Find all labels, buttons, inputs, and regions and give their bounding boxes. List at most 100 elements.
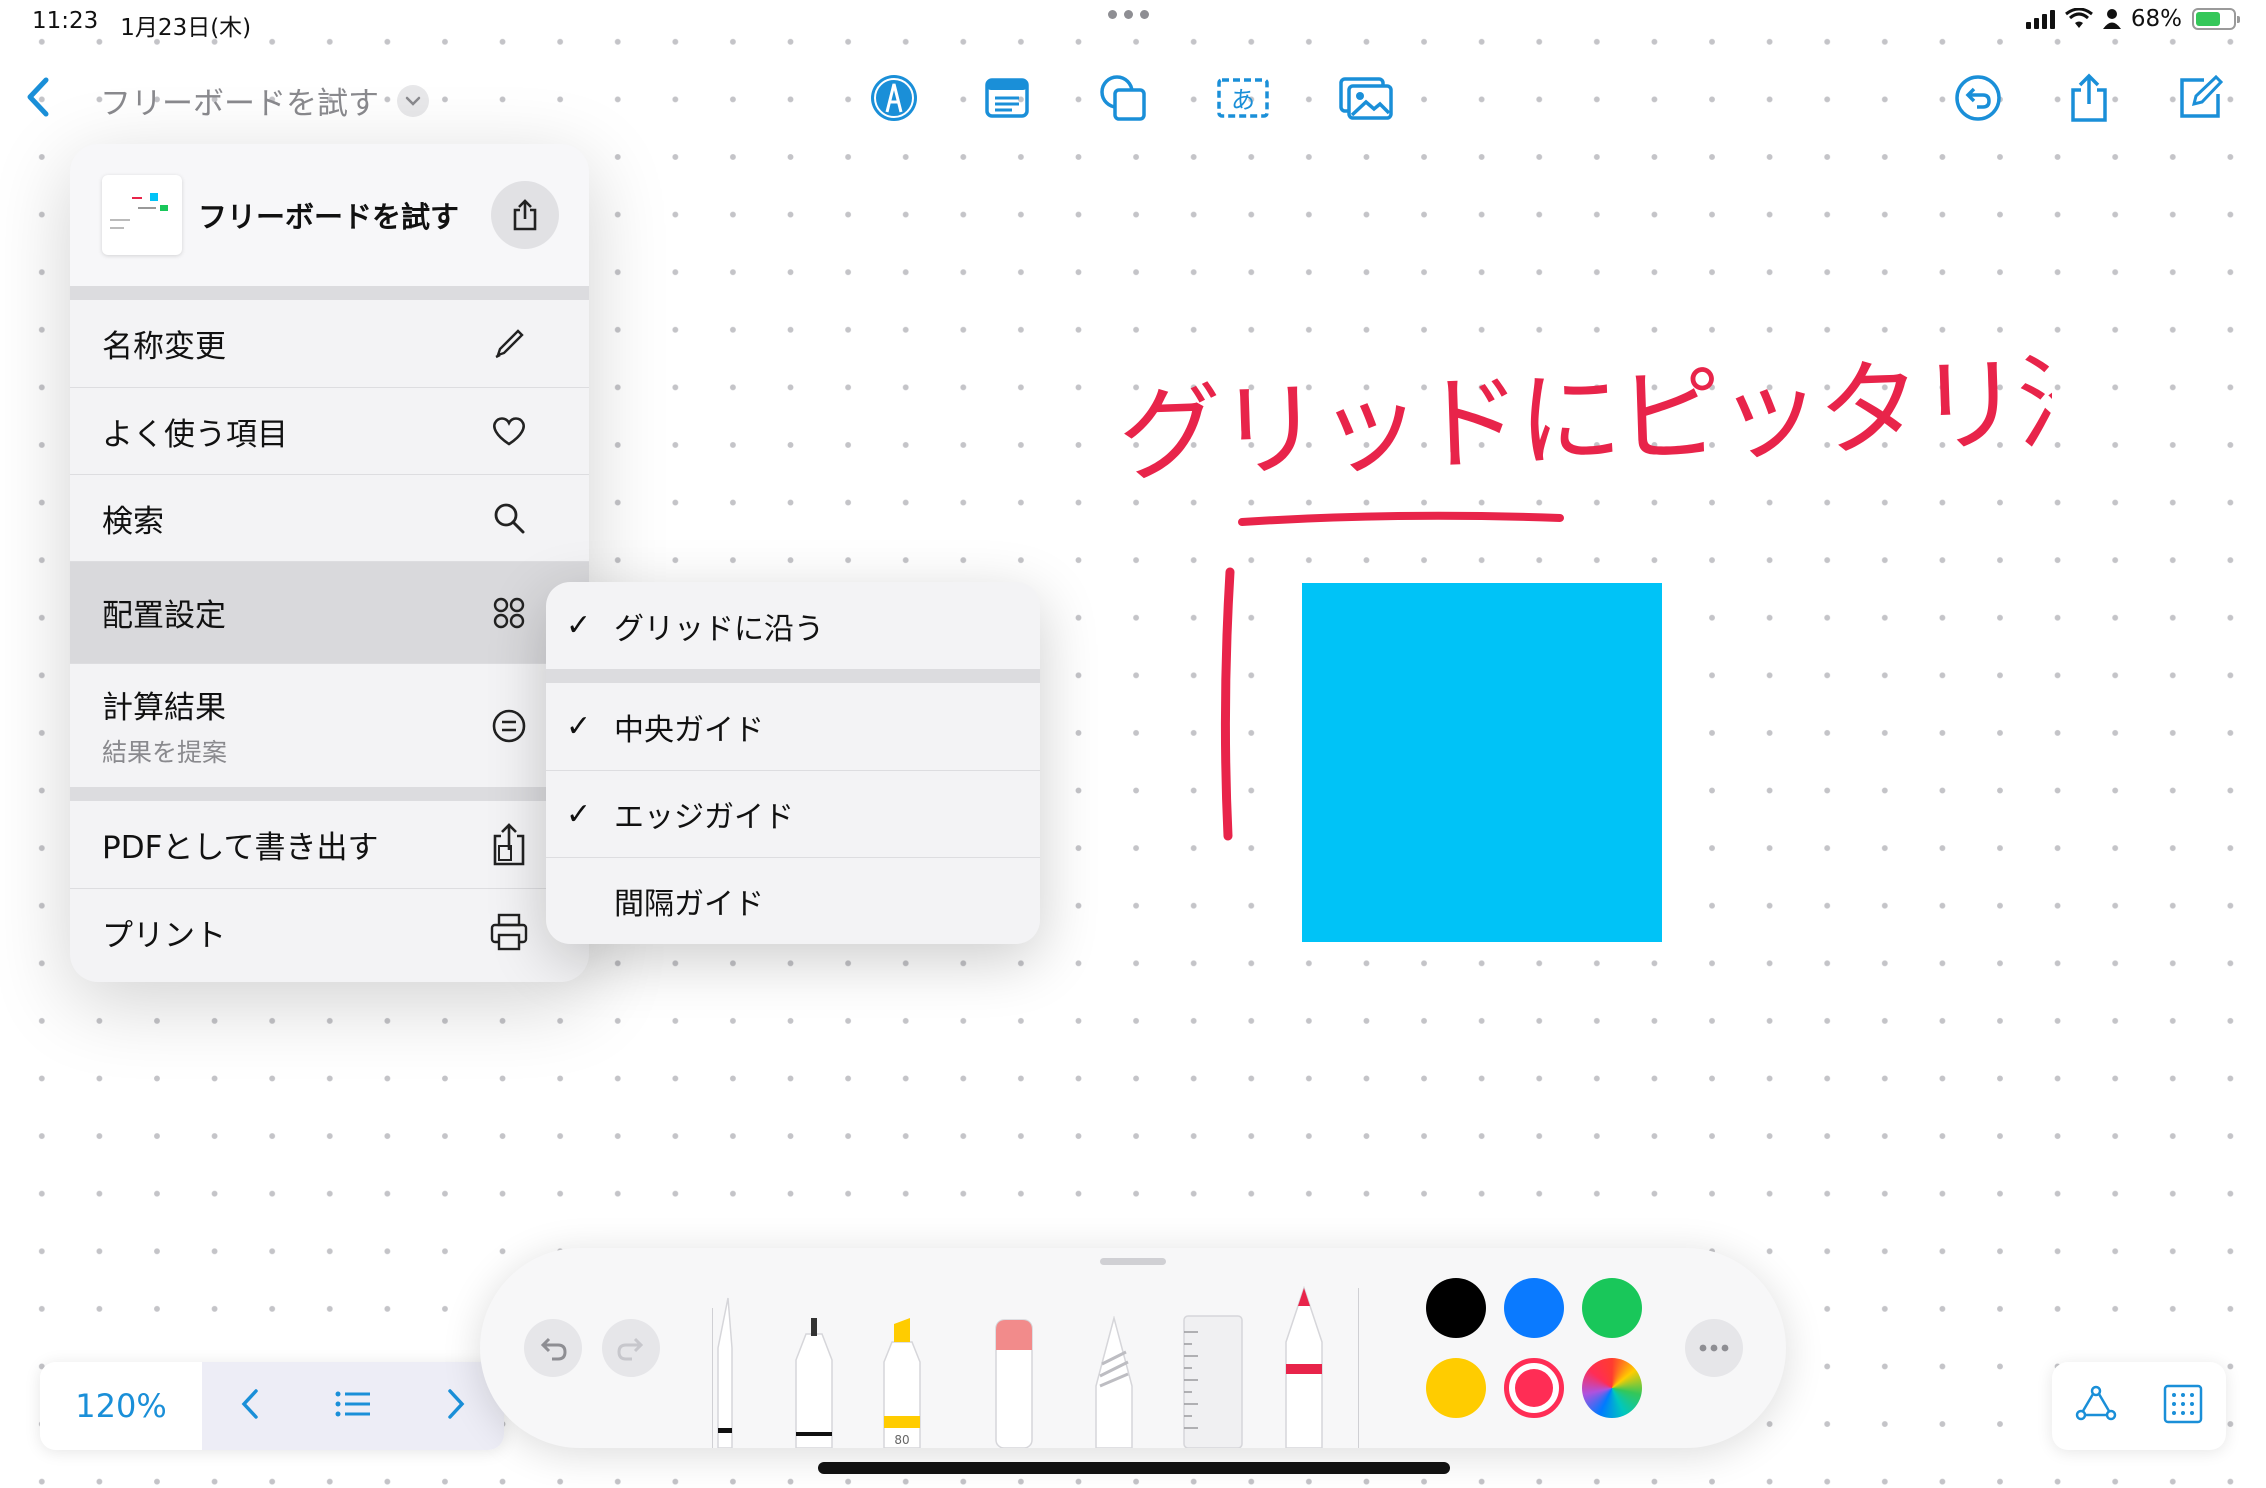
menu-item-label: 計算結果 xyxy=(102,690,226,726)
pen-tool-button[interactable] xyxy=(866,70,922,126)
menu-item-calculation[interactable]: 計算結果 結果を提案 xyxy=(70,663,589,787)
checkmark-icon: ✓ xyxy=(566,608,592,643)
submenu-item-spacing-guides[interactable]: 間隔ガイド xyxy=(546,857,1040,944)
menu-share-button[interactable] xyxy=(491,181,559,249)
menu-item-label: PDFとして書き出す xyxy=(102,830,379,866)
chevron-left-icon xyxy=(27,77,49,117)
submenu-separator xyxy=(546,669,1040,683)
text-box-icon: あ xyxy=(1217,78,1269,118)
grid-toggle-button[interactable] xyxy=(2163,1384,2203,1428)
share-icon xyxy=(2071,73,2107,122)
shapes-icon xyxy=(1100,75,1146,121)
ruler-tool-icon[interactable] xyxy=(1180,1312,1246,1448)
chevron-down-icon xyxy=(397,84,429,117)
zoom-level-button[interactable]: 120% xyxy=(40,1362,202,1450)
crayon-tool-icon[interactable] xyxy=(1282,1286,1326,1448)
note-icon xyxy=(985,78,1029,118)
menu-item-rename[interactable]: 名称変更 xyxy=(70,300,589,387)
share-button[interactable] xyxy=(2061,70,2117,126)
menu-item-print[interactable]: プリント xyxy=(70,888,589,975)
blue-square-shape[interactable] xyxy=(1302,583,1662,942)
cellular-icon xyxy=(2025,9,2055,29)
menu-item-arrangement[interactable]: 配置設定 xyxy=(70,561,589,663)
pencil-tool-icon[interactable] xyxy=(1092,1316,1136,1448)
scene-list-button[interactable] xyxy=(334,1389,372,1423)
menu-header: フリーボードを試す xyxy=(70,144,589,286)
home-indicator[interactable] xyxy=(818,1462,1450,1474)
submenu-item-edge-guides[interactable]: ✓ エッジガイド xyxy=(546,770,1040,857)
handwritten-title[interactable]: グリッドにピッタリ沿う xyxy=(1112,336,2220,496)
handwriting-stroke: グリッドにピッタリ沿う xyxy=(1116,336,2220,496)
chevron-right-icon xyxy=(448,1389,465,1419)
color-swatch-green[interactable] xyxy=(1582,1278,1642,1338)
submenu-item-snap-to-grid[interactable]: ✓ グリッドに沿う xyxy=(546,582,1040,669)
pencil-tip-icon xyxy=(871,75,917,121)
media-button[interactable] xyxy=(1338,70,1394,126)
status-bar-left: 11:23 1月23日(木) xyxy=(32,8,251,42)
arrangement-submenu: ✓ グリッドに沿う ✓ 中央ガイド ✓ エッジガイド 間隔ガイド xyxy=(546,582,1040,944)
sticky-note-button[interactable] xyxy=(979,70,1035,126)
equals-circle-icon xyxy=(489,706,529,746)
share-icon xyxy=(513,199,537,231)
new-board-button[interactable] xyxy=(2172,70,2228,126)
red-underline-stroke[interactable] xyxy=(1236,510,1566,540)
palette-grabber-handle[interactable] xyxy=(1100,1258,1166,1265)
battery-percent: 68% xyxy=(2130,6,2182,32)
status-date: 1月23日(木) xyxy=(120,15,252,41)
menu-item-label: 配置設定 xyxy=(102,598,226,634)
board-title: フリーボードを試す xyxy=(100,86,379,122)
palette-divider xyxy=(1358,1288,1359,1448)
eraser-tool-icon[interactable] xyxy=(992,1316,1036,1448)
menu-separator xyxy=(70,286,589,300)
palette-more-button[interactable] xyxy=(1685,1319,1743,1377)
color-swatch-black[interactable] xyxy=(1426,1278,1486,1338)
palette-redo-button[interactable] xyxy=(602,1319,660,1377)
pen-tool-icon[interactable] xyxy=(716,1288,746,1448)
submenu-item-label: エッジガイド xyxy=(614,800,794,835)
color-picker-wheel[interactable] xyxy=(1582,1358,1642,1418)
menu-item-sublabel: 結果を提案 xyxy=(102,738,228,767)
undo-icon xyxy=(540,1337,567,1361)
undo-history-button[interactable] xyxy=(1950,70,2006,126)
next-scene-button[interactable] xyxy=(445,1387,467,1425)
grid-arrange-icon xyxy=(489,593,529,633)
bottom-right-tools xyxy=(2052,1362,2226,1450)
menu-item-search[interactable]: 検索 xyxy=(70,474,589,561)
back-button[interactable] xyxy=(22,74,56,124)
previous-scene-button[interactable] xyxy=(239,1387,261,1425)
color-swatch-red-selected[interactable] xyxy=(1504,1358,1564,1418)
red-vertical-stroke[interactable] xyxy=(1214,566,1244,846)
drawing-tool-palette: 80 xyxy=(480,1248,1786,1448)
menu-item-label: よく使う項目 xyxy=(102,416,288,453)
marker-tool-icon[interactable]: 80 xyxy=(880,1316,924,1448)
color-swatch-yellow[interactable] xyxy=(1426,1358,1486,1418)
status-bar-right: 68% xyxy=(2025,6,2240,32)
scene-navigation xyxy=(202,1362,504,1450)
menu-item-favorites[interactable]: よく使う項目 xyxy=(70,387,589,474)
board-thumbnail xyxy=(102,175,182,255)
photo-icon xyxy=(1339,77,1393,120)
checkmark-icon: ✓ xyxy=(566,796,592,832)
submenu-item-label: グリッドに沿う xyxy=(614,611,824,647)
submenu-item-label: 間隔ガイド xyxy=(614,887,764,922)
printer-icon xyxy=(489,912,529,952)
palette-undo-button[interactable] xyxy=(524,1319,582,1377)
board-options-menu: フリーボードを試す 名称変更 よく使う項目 検索 配置設定 計算結果 結果を提案… xyxy=(70,144,589,982)
undo-circle-icon xyxy=(1955,75,2001,121)
svg-text:あ: あ xyxy=(1231,86,1255,114)
wifi-icon xyxy=(2064,8,2093,28)
multitasking-dots[interactable] xyxy=(1108,10,1149,19)
connector-button[interactable] xyxy=(2075,1385,2117,1427)
menu-item-label: 名称変更 xyxy=(102,329,226,365)
status-time: 11:23 xyxy=(32,8,99,34)
shapes-button[interactable] xyxy=(1095,70,1151,126)
person-icon xyxy=(2102,9,2121,29)
text-box-button[interactable]: あ xyxy=(1215,70,1271,126)
fineliner-tool-icon[interactable] xyxy=(792,1316,836,1448)
menu-item-label: プリント xyxy=(102,917,226,954)
menu-item-export-pdf[interactable]: PDFとして書き出す xyxy=(70,801,589,888)
menu-board-title: フリーボードを試す xyxy=(198,200,460,234)
color-swatch-blue[interactable] xyxy=(1504,1278,1564,1338)
board-title-button[interactable]: フリーボードを試す xyxy=(100,78,429,123)
submenu-item-center-guides[interactable]: ✓ 中央ガイド xyxy=(546,683,1040,770)
